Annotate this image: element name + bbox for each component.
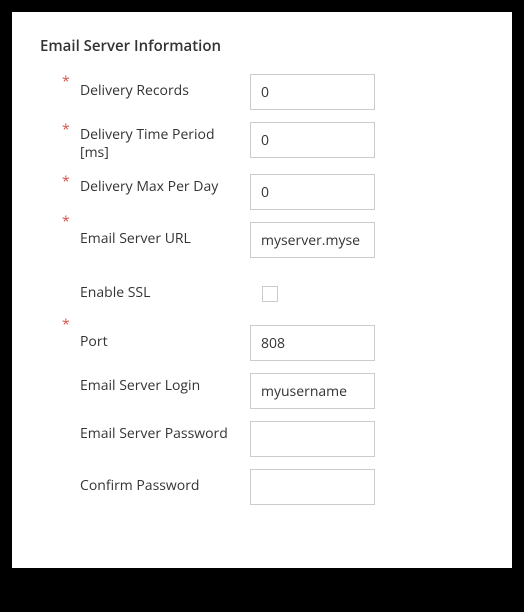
label-email-server-login: Email Server Login: [40, 373, 230, 395]
required-indicator: *: [62, 212, 70, 231]
input-delivery-time-period[interactable]: [250, 122, 375, 158]
row-delivery-records: * Delivery Records: [40, 74, 484, 110]
section-title: Email Server Information: [40, 36, 484, 56]
row-delivery-max-per-day: * Delivery Max Per Day: [40, 174, 484, 210]
required-indicator: *: [62, 120, 70, 139]
label-email-server-password: Email Server Password: [40, 421, 230, 443]
email-server-info-panel: Email Server Information * Delivery Reco…: [12, 12, 512, 568]
label-enable-ssl: Enable SSL: [40, 276, 230, 302]
label-confirm-password: Confirm Password: [40, 469, 230, 495]
input-email-server-password[interactable]: [250, 421, 375, 457]
input-port[interactable]: [250, 325, 375, 361]
required-indicator: *: [62, 315, 70, 334]
input-confirm-password[interactable]: [250, 469, 375, 505]
row-email-server-url: * Email Server URL: [40, 222, 484, 258]
input-email-server-login[interactable]: [250, 373, 375, 409]
checkbox-enable-ssl[interactable]: [262, 286, 278, 302]
input-delivery-records[interactable]: [250, 74, 375, 110]
row-port: * Port: [40, 325, 484, 361]
required-indicator: *: [62, 72, 70, 91]
row-email-server-password: Email Server Password: [40, 421, 484, 457]
row-confirm-password: Confirm Password: [40, 469, 484, 505]
row-enable-ssl: Enable SSL: [40, 276, 484, 307]
required-indicator: *: [62, 172, 70, 191]
row-delivery-time-period: * Delivery Time Period [ms]: [40, 122, 484, 162]
input-email-server-url[interactable]: [250, 222, 375, 258]
input-delivery-max-per-day[interactable]: [250, 174, 375, 210]
row-email-server-login: Email Server Login: [40, 373, 484, 409]
